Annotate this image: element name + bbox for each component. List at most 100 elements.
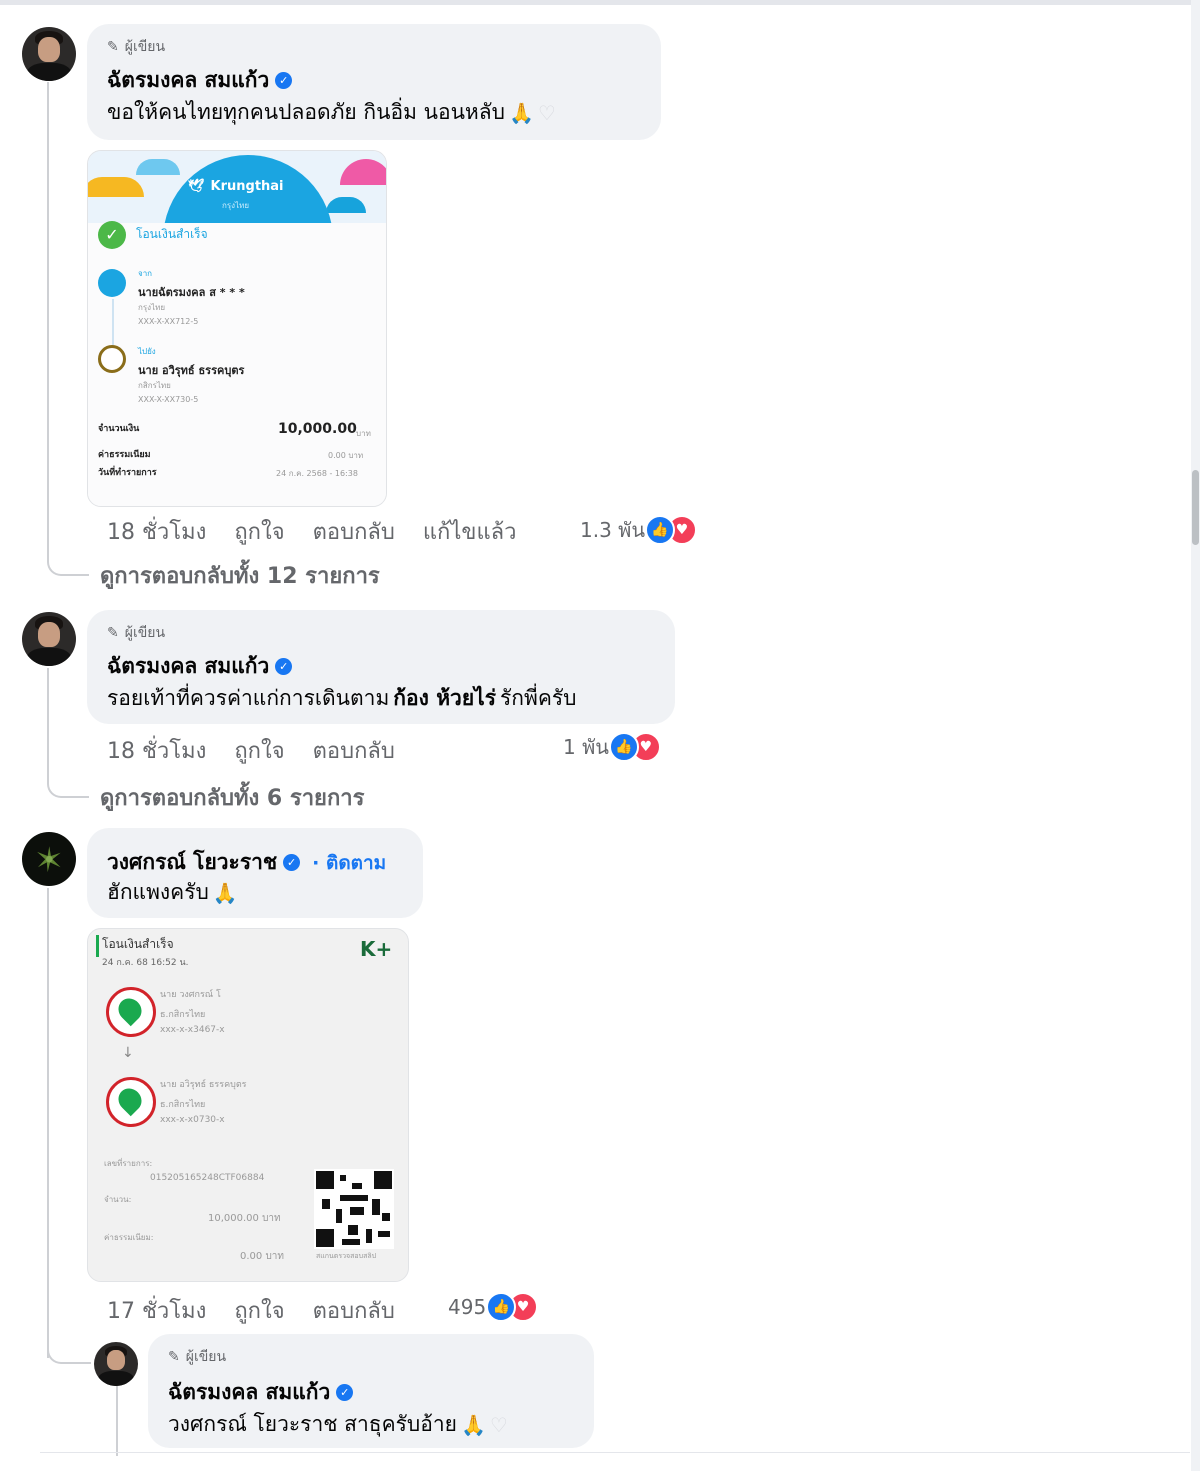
like-reaction-icon: 👍 [645,515,676,545]
scrollbar-track[interactable] [1191,0,1200,1471]
commenter-name[interactable]: ฉัตรมงคล สมแก้ว ✓ [168,1376,354,1409]
like-button[interactable]: ถูกใจ [234,1293,284,1328]
verified-icon: ✓ [336,1384,354,1401]
from-name: นาย วงศกรณ์ โ [160,990,221,1000]
arrow-down-icon: ↓ [122,1045,134,1061]
reaction-summary[interactable]: 495 👍 ♥ [448,1292,539,1322]
qr-code-icon [314,1169,394,1249]
from-account: XXX-X-XX712-5 [138,317,199,326]
fee-label: ค่าธรรมเนียม: [104,1233,154,1242]
reply-button[interactable]: ตอบกลับ [313,1293,395,1328]
comment-bubble: วงศกรณ์ โยวะราช ✓ · ติดตาม ฮักแพงครับ 🙏 [87,828,423,918]
to-bank: ธ.กสิกรไทย [160,1100,206,1110]
commenter-name[interactable]: วงศกรณ์ โยวะราช ✓ · ติดตาม [107,846,386,879]
thread-connector [47,540,89,576]
to-bank: กสิกรไทย [138,381,171,390]
kbank-logo-icon [106,1077,156,1127]
like-button[interactable]: ถูกใจ [234,733,284,768]
verified-icon: ✓ [275,658,293,675]
like-button[interactable]: ถูกใจ [234,514,284,549]
date-label: วันที่ทำรายการ [98,468,157,478]
from-bank: กรุงไทย [138,303,166,312]
pencil-icon: ✎ [107,625,119,641]
comment-text: ขอให้คนไทยทุกคนปลอดภัย กินอิ่ม นอนหลับ 🙏 ♡ [107,100,556,125]
verified-icon: ✓ [275,72,293,89]
receipt-date: 24 ก.ค. 68 16:52 น. [102,958,189,968]
scrollbar-thumb[interactable] [1192,470,1199,545]
mentioned-name[interactable]: ก้อง ห้วยไร่ [393,682,496,715]
avatar[interactable] [22,832,76,886]
from-account: xxx-x-x3467-x [160,1025,225,1035]
reaction-summary[interactable]: 1.3 พัน 👍 ♥ [580,514,698,546]
comment-bubble: ✎ ผู้เขียน ฉัตรมงคล สมแก้ว ✓ รอยเท้าที่ควร… [87,610,675,724]
author-badge: ✎ ผู้เขียน [107,625,166,641]
amount-value: 10,000.00 [278,421,357,437]
to-name: นาย อวิรุทธ์ ธรรคบุตร [138,364,245,377]
reaction-count: 1 พัน [563,735,609,759]
like-reaction-icon: 👍 [608,732,639,762]
fee-label: ค่าธรรมเนียม [98,450,151,460]
bird-logo-icon: 🕊 [188,179,205,194]
to-account: xxx-x-x0730-x [160,1115,225,1125]
comment-bubble: ✎ ผู้เขียน ฉัตรมงคล สมแก้ว ✓ ขอให้คนไทยทุก… [87,24,661,140]
reply-text: วงศกรณ์ โยวะราช สาธุครับอ้าย 🙏 ♡ [168,1412,508,1437]
krungthai-bank-icon [98,269,126,297]
thread-line [116,1386,118,1456]
reaction-count: 495 [448,1295,487,1319]
comment-text: รอยเท้าที่ควรค่าแก่การเดินตาม ก้อง ห้วยไร… [107,682,576,715]
to-account: XXX-X-XX730-5 [138,395,199,404]
qr-caption: สแกนตรวจสอบสลิป [316,1252,377,1260]
pencil-icon: ✎ [168,1349,180,1365]
comment-actions: 18 ชั่วโมง ถูกใจ ตอบกลับ แก้ไขแล้ว [107,514,544,549]
to-label: ไปยัง [138,347,156,356]
like-reaction-icon: 👍 [486,1292,517,1322]
amount-label: จำนวนเงิน [98,424,140,434]
pray-emoji-icon: 🙏 [460,1412,486,1437]
timestamp[interactable]: 17 ชั่วโมง [107,1293,206,1328]
avatar[interactable] [22,612,76,666]
reply-button[interactable]: ตอบกลับ [313,514,395,549]
follow-button[interactable]: · ติดตาม [312,848,386,878]
receipt-status: โอนเงินสำเร็จ [102,937,174,951]
avatar[interactable] [94,1342,138,1386]
thread-connector [47,762,89,798]
view-replies-link[interactable]: ดูการตอบกลับทั้ง 12 รายการ [100,558,380,593]
comment-text: ฮักแพงครับ 🙏 [107,880,238,905]
thread-connector [47,1340,91,1364]
comment-actions: 18 ชั่วโมง ถูกใจ ตอบกลับ [107,733,423,768]
kplus-receipt-image[interactable]: โอนเงินสำเร็จ 24 ก.ค. 68 16:52 น. K+ นาย… [87,928,409,1282]
avatar[interactable] [22,27,76,81]
reaction-count: 1.3 พัน [580,518,646,542]
fee-value: 0.00 บาท [328,451,364,460]
ref-label: เลขที่รายการ: [104,1159,153,1168]
reaction-summary[interactable]: 1 พัน 👍 ♥ [563,731,661,763]
krungthai-logo: 🕊 Krungthai [188,179,284,194]
commenter-name[interactable]: ฉัตรมงคล สมแก้ว ✓ [107,650,293,683]
verified-icon: ✓ [283,854,301,871]
heart-outline-icon[interactable]: ♡ [538,101,556,125]
thread-line [47,82,49,552]
timestamp[interactable]: 18 ชั่วโมง [107,733,206,768]
timestamp[interactable]: 18 ชั่วโมง [107,514,206,549]
bank-name-th: กรุงไทย [222,201,250,210]
pencil-icon: ✎ [107,39,119,55]
flower-logo-icon [36,846,61,872]
amount-value: 10,000.00 บาท [208,1213,281,1224]
author-badge: ✎ ผู้เขียน [107,39,166,55]
commenter-name[interactable]: ฉัตรมงคล สมแก้ว ✓ [107,64,293,97]
receipt-status: โอนเงินสำเร็จ [136,227,208,241]
kplus-logo: K+ [360,937,393,961]
success-check-icon: ✓ [98,221,126,249]
fee-value: 0.00 บาท [240,1251,284,1262]
kbank-logo-icon [106,987,156,1037]
heart-outline-icon[interactable]: ♡ [490,1413,508,1437]
reply-button[interactable]: ตอบกลับ [313,733,395,768]
author-badge: ✎ ผู้เขียน [168,1349,227,1365]
pray-emoji-icon: 🙏 [212,880,238,905]
krungthai-receipt-image[interactable]: 🕊 Krungthai กรุงไทย ✓ โอนเงินสำเร็จ จาก น… [87,150,387,507]
from-name: นายฉัตรมงคล ส * * * [138,286,245,299]
view-replies-link[interactable]: ดูการตอบกลับทั้ง 6 รายการ [100,780,364,815]
edited-label[interactable]: แก้ไขแล้ว [423,514,517,549]
from-label: จาก [138,269,153,278]
comment-actions: 17 ชั่วโมง ถูกใจ ตอบกลับ [107,1293,423,1328]
